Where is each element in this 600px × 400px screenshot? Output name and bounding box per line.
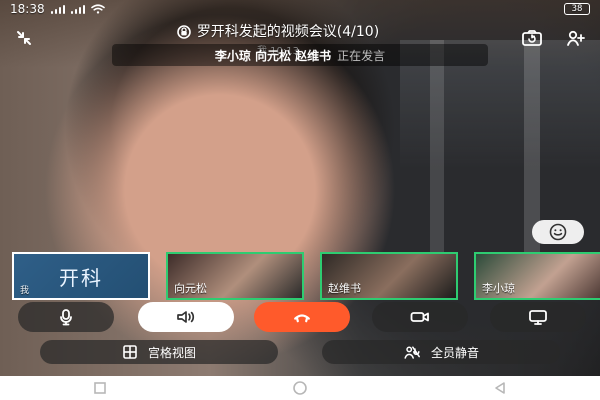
screen-share-button[interactable] — [490, 302, 586, 332]
home-button[interactable] — [280, 376, 320, 400]
grid-view-button[interactable]: 宫格视图 — [40, 340, 278, 364]
speaking-banner: 李小琼 向元松 赵维书 正在发言 — [112, 44, 488, 66]
participant-tile-self[interactable]: 开科 我 — [12, 252, 150, 300]
camera-button[interactable] — [372, 302, 468, 332]
mute-all-icon — [403, 344, 421, 360]
meeting-title-row: 罗开科发起的视频会议(4/10) — [177, 24, 379, 40]
meeting-title: 罗开科发起的视频会议(4/10) — [196, 24, 380, 40]
home-icon — [292, 380, 308, 396]
shrink-button[interactable] — [10, 24, 38, 52]
participant-name: 向元松 — [174, 282, 207, 295]
participant-name: 赵维书 — [328, 282, 361, 295]
recents-button[interactable] — [80, 376, 120, 400]
participant-tile[interactable]: 李小琼 — [474, 252, 600, 300]
shrink-icon — [15, 29, 33, 47]
camera-switch-icon — [521, 29, 543, 47]
participant-tile[interactable]: 向元松 — [166, 252, 304, 300]
top-right-actions — [518, 24, 590, 52]
grid-icon — [122, 344, 138, 360]
screen-share-icon — [527, 308, 549, 326]
hangup-icon — [291, 308, 313, 326]
mute-all-label: 全员静音 — [430, 345, 479, 360]
signal-icon-2 — [70, 4, 85, 14]
bottom-actions: 宫格视图 全员静音 — [40, 340, 560, 368]
speaker-icon — [175, 308, 197, 326]
add-member-button[interactable] — [562, 24, 590, 52]
recents-icon — [93, 381, 107, 395]
wifi-icon — [90, 4, 105, 14]
participant-name: 李小琼 — [482, 282, 515, 295]
back-button[interactable] — [480, 376, 520, 400]
status-bar: 18:38 38 — [0, 0, 600, 18]
system-nav-bar — [0, 376, 600, 400]
speaking-names: 李小琼 向元松 赵维书 — [214, 48, 332, 63]
status-left: 18:38 — [10, 2, 105, 16]
back-icon — [492, 380, 508, 396]
camera-switch-button[interactable] — [518, 24, 546, 52]
mute-all-button[interactable]: 全员静音 — [322, 340, 560, 364]
speaking-status: 正在发言 — [337, 48, 386, 63]
hangup-button[interactable] — [254, 302, 350, 332]
camera-icon — [409, 308, 431, 326]
participant-tile[interactable]: 赵维书 — [320, 252, 458, 300]
participant-name: 我 — [20, 286, 30, 296]
emoji-icon — [549, 223, 567, 241]
call-controls — [18, 302, 586, 336]
signal-icon — [50, 4, 65, 14]
grid-view-label: 宫格视图 — [147, 345, 196, 360]
microphone-icon — [57, 308, 75, 326]
status-time: 18:38 — [10, 2, 45, 16]
emoji-button[interactable] — [532, 220, 584, 244]
microphone-button[interactable] — [18, 302, 114, 332]
battery-indicator: 38 — [564, 3, 590, 15]
add-member-icon — [565, 29, 587, 47]
meeting-lock-icon — [177, 25, 191, 39]
participants-strip: 开科 我 向元松 赵维书 李小琼 — [12, 252, 600, 302]
participant-avatar: 开科 — [59, 265, 103, 290]
speaker-button[interactable] — [138, 302, 234, 332]
